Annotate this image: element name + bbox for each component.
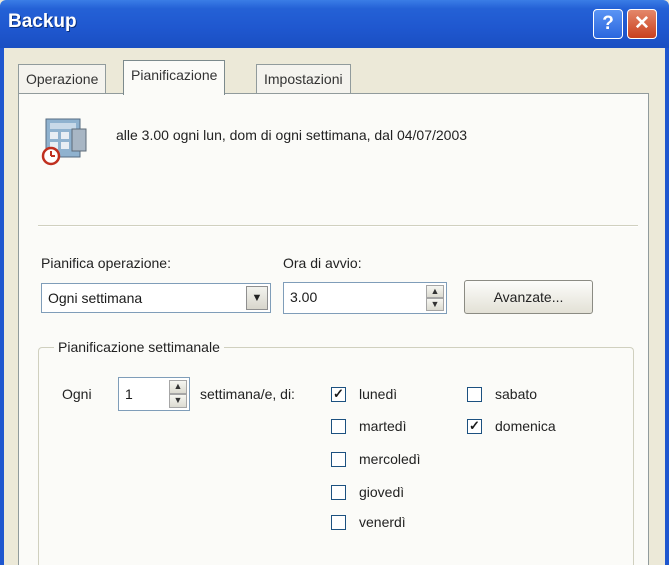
spin-up-icon[interactable]: ▲ — [169, 380, 187, 394]
checkbox-box[interactable] — [331, 485, 346, 500]
check-icon: ✓ — [469, 418, 480, 433]
schedule-label: Pianifica operazione: — [41, 255, 171, 271]
start-time-value: 3.00 — [290, 289, 318, 305]
checkbox-label: martedì — [359, 418, 407, 434]
separator — [38, 225, 638, 227]
check-icon: ✓ — [333, 386, 344, 401]
scheduled-task-icon — [41, 118, 87, 166]
weekly-group-title: Pianificazione settimanale — [54, 339, 224, 355]
checkbox-label: giovedì — [359, 484, 405, 500]
schedule-select[interactable]: Ogni settimana ▼ — [41, 283, 271, 313]
weeks-stepper[interactable]: 1 ▲ ▼ — [118, 377, 190, 411]
checkbox-box[interactable] — [331, 515, 346, 530]
schedule-summary: alle 3.00 ogni lun, dom di ogni settiman… — [116, 127, 468, 143]
checkbox-label: sabato — [495, 386, 538, 402]
tab-impostazioni[interactable]: Impostazioni — [256, 64, 351, 93]
checkbox-label: mercoledì — [359, 451, 421, 467]
start-time-stepper[interactable]: 3.00 ▲ ▼ — [283, 282, 447, 314]
checkbox-label: venerdì — [359, 514, 406, 530]
checkbox-box[interactable]: ✓ — [331, 387, 346, 402]
tab-pianificazione[interactable]: Pianificazione — [123, 60, 226, 95]
tab-operazione[interactable]: Operazione — [18, 64, 107, 93]
spin-up-icon[interactable]: ▲ — [426, 285, 444, 298]
window-title: Backup — [8, 11, 77, 32]
checkbox-box[interactable] — [467, 387, 482, 402]
checkbox-box[interactable] — [331, 419, 346, 434]
start-time-label: Ora di avvio: — [283, 255, 362, 271]
weeks-label: settimana/e, di: — [200, 386, 295, 402]
chevron-down-icon[interactable]: ▼ — [246, 286, 268, 310]
spin-down-icon[interactable]: ▼ — [169, 394, 187, 408]
checkbox-label: domenica — [495, 418, 556, 434]
checkbox-box[interactable] — [331, 452, 346, 467]
checkbox-box[interactable]: ✓ — [467, 419, 482, 434]
close-button[interactable]: ✕ — [627, 9, 657, 39]
weeks-value: 1 — [125, 386, 133, 402]
checkbox-label: lunedì — [359, 386, 398, 402]
help-button[interactable]: ? — [593, 9, 623, 39]
spin-down-icon[interactable]: ▼ — [426, 298, 444, 311]
every-label: Ogni — [62, 386, 92, 402]
advanced-button[interactable]: Avanzate... — [464, 280, 593, 314]
schedule-select-value: Ogni settimana — [48, 290, 143, 306]
title-bar: Backup ? ✕ — [0, 0, 669, 48]
